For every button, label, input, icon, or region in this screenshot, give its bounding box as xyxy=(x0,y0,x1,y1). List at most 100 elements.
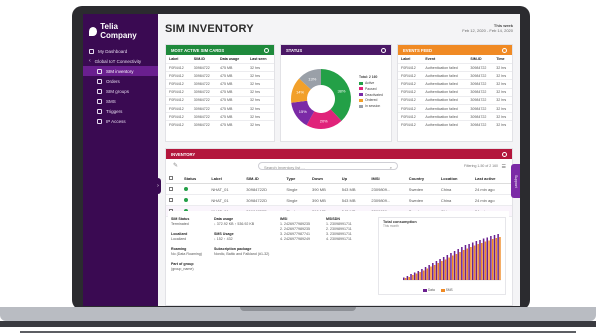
bar-sms[interactable] xyxy=(426,268,429,281)
bar-data[interactable] xyxy=(439,259,441,280)
bar-data[interactable] xyxy=(493,235,496,280)
bar-sms[interactable] xyxy=(437,263,439,280)
table-row[interactable]: F0R4412 30984722 475 MB 32 hrs xyxy=(166,79,274,89)
sidebar-item-dashboard[interactable]: My Dashboard xyxy=(83,46,158,56)
events-col-header[interactable]: SIM-ID xyxy=(467,55,493,64)
events-col-header[interactable]: Label xyxy=(398,55,422,64)
table-row[interactable]: F0R4412 30984722 475 MB 32 hrs xyxy=(166,87,274,97)
bar-sms[interactable] xyxy=(488,240,490,281)
bar-sms[interactable] xyxy=(408,277,410,280)
bar-sms[interactable] xyxy=(404,278,407,280)
inventory-col-header[interactable]: Location xyxy=(437,173,472,184)
events-col-header[interactable]: Event xyxy=(422,55,467,64)
support-tab[interactable]: Support xyxy=(511,164,520,198)
filter-icon[interactable]: ☰ xyxy=(502,164,506,170)
table-row[interactable]: NHAT_0130984722DSingle390 MB543 MB230980… xyxy=(166,183,512,195)
select-all-checkbox[interactable] xyxy=(166,173,181,184)
edit-icon[interactable]: ✎ xyxy=(173,162,178,169)
sidebar-item-triggers[interactable]: Triggers xyxy=(83,106,158,116)
inventory-col-header[interactable]: Down xyxy=(309,173,339,184)
bar-data[interactable] xyxy=(461,247,463,280)
bar-sms[interactable] xyxy=(430,266,432,281)
bar-data[interactable] xyxy=(410,274,412,280)
bar-data[interactable] xyxy=(486,237,488,281)
inventory-col-header[interactable]: Label xyxy=(208,173,244,184)
bar-sms[interactable] xyxy=(433,265,436,280)
bar-data[interactable] xyxy=(435,261,438,280)
bar-data[interactable] xyxy=(457,249,459,280)
bar-data[interactable] xyxy=(471,242,474,281)
table-row[interactable]: F0R4412 Authentication failed 30984722 32 h… xyxy=(398,95,512,105)
bar-data[interactable] xyxy=(453,251,456,280)
bar-sms[interactable] xyxy=(462,250,465,280)
bar-data[interactable] xyxy=(446,255,449,280)
sidebar-item-orders[interactable]: Orders xyxy=(83,76,158,86)
brand-logo[interactable]: Telia Company xyxy=(83,14,158,46)
bar-data[interactable] xyxy=(406,276,409,280)
active_sims-col-header[interactable]: Last seen xyxy=(247,55,274,64)
bar-data[interactable] xyxy=(421,269,423,280)
inventory-col-header[interactable]: Last active xyxy=(471,173,512,184)
bar-sms[interactable] xyxy=(491,239,494,280)
gear-icon[interactable] xyxy=(502,151,507,157)
inventory-col-header[interactable]: Country xyxy=(405,173,438,184)
gear-icon[interactable] xyxy=(381,47,386,53)
bar-sms[interactable] xyxy=(452,255,454,281)
inventory-col-header[interactable]: Up xyxy=(338,173,369,184)
table-row[interactable]: F0R4412 30984722 475 MB 32 hrs xyxy=(166,103,274,113)
active_sims-col-header[interactable]: Label xyxy=(166,55,191,64)
sidebar-item-sms[interactable]: SMS xyxy=(83,96,158,106)
sidebar-item-sim-groups[interactable]: SIM groups xyxy=(83,86,158,96)
inventory-col-header[interactable]: Status xyxy=(181,173,209,184)
bar-data[interactable] xyxy=(475,241,478,280)
row-checkbox[interactable] xyxy=(166,183,181,195)
bar-sms[interactable] xyxy=(459,252,461,280)
bar-sms[interactable] xyxy=(477,244,479,280)
bar-data[interactable] xyxy=(424,267,427,280)
search-input[interactable]: Search Inventory list ... ⌕ xyxy=(258,162,398,170)
bar-sms[interactable] xyxy=(422,270,425,281)
gear-icon[interactable] xyxy=(502,47,507,53)
bar-sms[interactable] xyxy=(419,272,421,280)
bar-sms[interactable] xyxy=(415,273,418,281)
table-row[interactable]: F0R4412 30984722 475 MB 32 hrs xyxy=(166,112,274,121)
inventory-col-header[interactable]: IMSI xyxy=(368,173,406,184)
table-row[interactable]: F0R4412 Authentication failed 30984722 32 h… xyxy=(398,87,512,97)
bar-sms[interactable] xyxy=(466,248,469,281)
active_sims-col-header[interactable]: Data usage xyxy=(217,55,247,64)
table-row[interactable]: F0R4412 Authentication failed 30984722 32 h… xyxy=(398,79,512,89)
bar-data[interactable] xyxy=(403,277,405,281)
bar-data[interactable] xyxy=(497,234,499,280)
table-row[interactable]: F0R4412 Authentication failed 30984722 32 h… xyxy=(398,112,512,121)
table-row[interactable]: F0R4412 30984722 475 MB 32 hrs xyxy=(166,62,274,72)
events-col-header[interactable]: Time xyxy=(493,55,512,64)
gear-icon[interactable] xyxy=(264,47,269,53)
bar-data[interactable] xyxy=(482,238,485,281)
bar-sms[interactable] xyxy=(444,259,447,281)
bar-data[interactable] xyxy=(450,253,452,280)
table-row[interactable]: F0R4412 30984722 475 MB 32 hrs xyxy=(166,71,274,80)
table-row[interactable]: F0R4412 Authentication failed 30984722 32 h… xyxy=(398,71,512,80)
bar-sms[interactable] xyxy=(481,243,483,280)
bar-data[interactable] xyxy=(432,263,434,280)
bar-sms[interactable] xyxy=(470,247,472,280)
date-range-picker[interactable]: This week Feb 12, 2020 - Feb 14, 2020 xyxy=(462,23,513,33)
bar-sms[interactable] xyxy=(412,275,414,280)
bar-sms[interactable] xyxy=(484,241,487,281)
inventory-col-header[interactable]: SIM-ID xyxy=(243,173,284,184)
table-row[interactable]: F0R4412 Authentication failed 30984722 32 h… xyxy=(398,62,512,72)
table-row[interactable]: F0R4412 30984722 475 MB 32 hrs xyxy=(166,95,274,105)
sidebar-item-sim-inventory[interactable]: SIM inventory xyxy=(83,66,158,76)
bar-sms[interactable] xyxy=(495,238,498,280)
bar-data[interactable] xyxy=(490,236,492,280)
bar-data[interactable] xyxy=(479,240,481,280)
bar-data[interactable] xyxy=(413,272,416,281)
sidebar-item-ip-access[interactable]: IP Access xyxy=(83,116,158,126)
bar-sms[interactable] xyxy=(448,257,450,281)
bar-sms[interactable] xyxy=(455,254,458,280)
bar-data[interactable] xyxy=(468,244,470,280)
bar-sms[interactable] xyxy=(473,245,476,281)
bar-sms[interactable] xyxy=(441,261,443,280)
inventory-col-header[interactable]: Type xyxy=(283,173,310,184)
table-row[interactable]: F0R4412 Authentication failed 30984722 32 h… xyxy=(398,120,512,129)
